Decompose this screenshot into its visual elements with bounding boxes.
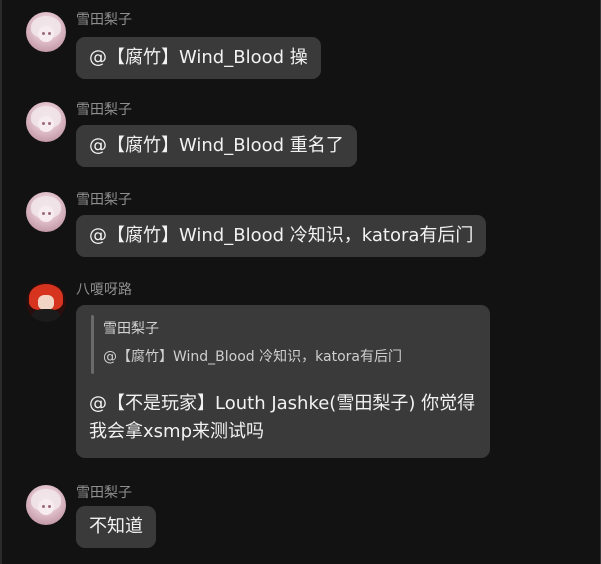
quote-bar xyxy=(91,315,94,374)
message-bubble[interactable]: @【腐竹】Wind_Blood 操 xyxy=(76,37,321,79)
avatar-eye-left xyxy=(42,32,45,35)
avatar[interactable] xyxy=(26,102,66,142)
quoted-message[interactable]: 雪田梨子 @【腐竹】Wind_Blood 冷知识，katora有后门 xyxy=(91,315,477,374)
avatar-eye-right xyxy=(48,505,51,508)
quote-text: @【腐竹】Wind_Blood 冷知识，katora有后门 xyxy=(103,349,402,365)
avatar-eye-left xyxy=(42,122,45,125)
message-bubble[interactable]: @【腐竹】Wind_Blood 重名了 xyxy=(76,125,357,167)
message-bubble[interactable]: @【腐竹】Wind_Blood 冷知识，katora有后门 xyxy=(76,215,487,257)
reply-message-bubble[interactable]: 雪田梨子 @【腐竹】Wind_Blood 冷知识，katora有后门 @【不是玩… xyxy=(76,305,490,458)
sender-name[interactable]: 八嗄呀路 xyxy=(76,282,132,298)
sender-name[interactable]: 雪田梨子 xyxy=(76,12,132,28)
left-divider xyxy=(0,0,2,564)
avatar[interactable] xyxy=(26,485,66,525)
avatar-face-shape xyxy=(38,206,54,222)
avatar-face-shape xyxy=(38,116,54,132)
quote-sender: 雪田梨子 xyxy=(103,321,159,337)
sender-name[interactable]: 雪田梨子 xyxy=(76,485,132,501)
message-text-line2: 我会拿xsmp来测试吗 xyxy=(89,421,264,442)
avatar-face-shape xyxy=(38,499,54,515)
avatar-body-shape xyxy=(32,309,60,322)
message-bubble[interactable]: 不知道 xyxy=(76,506,156,548)
avatar[interactable] xyxy=(26,282,66,322)
avatar-eye-right xyxy=(48,212,51,215)
avatar-eye-left xyxy=(42,505,45,508)
avatar[interactable] xyxy=(26,192,66,232)
avatar-eye-right xyxy=(48,122,51,125)
message-text: @【不是玩家】Louth Jashke(雪田梨子) 你觉得 我会拿xsmp来测试… xyxy=(89,390,477,446)
avatar-eye-left xyxy=(42,212,45,215)
sender-name[interactable]: 雪田梨子 xyxy=(76,192,132,208)
avatar-face-shape xyxy=(38,26,54,42)
sender-name[interactable]: 雪田梨子 xyxy=(76,102,132,118)
message-text-line1: @【不是玩家】Louth Jashke(雪田梨子) 你觉得 xyxy=(89,393,476,414)
chat-window: 雪田梨子 @【腐竹】Wind_Blood 操 雪田梨子 @【腐竹】Wind_Bl… xyxy=(0,0,601,564)
avatar[interactable] xyxy=(26,12,66,52)
avatar-eye-right xyxy=(48,32,51,35)
avatar-face-shape xyxy=(38,295,54,310)
